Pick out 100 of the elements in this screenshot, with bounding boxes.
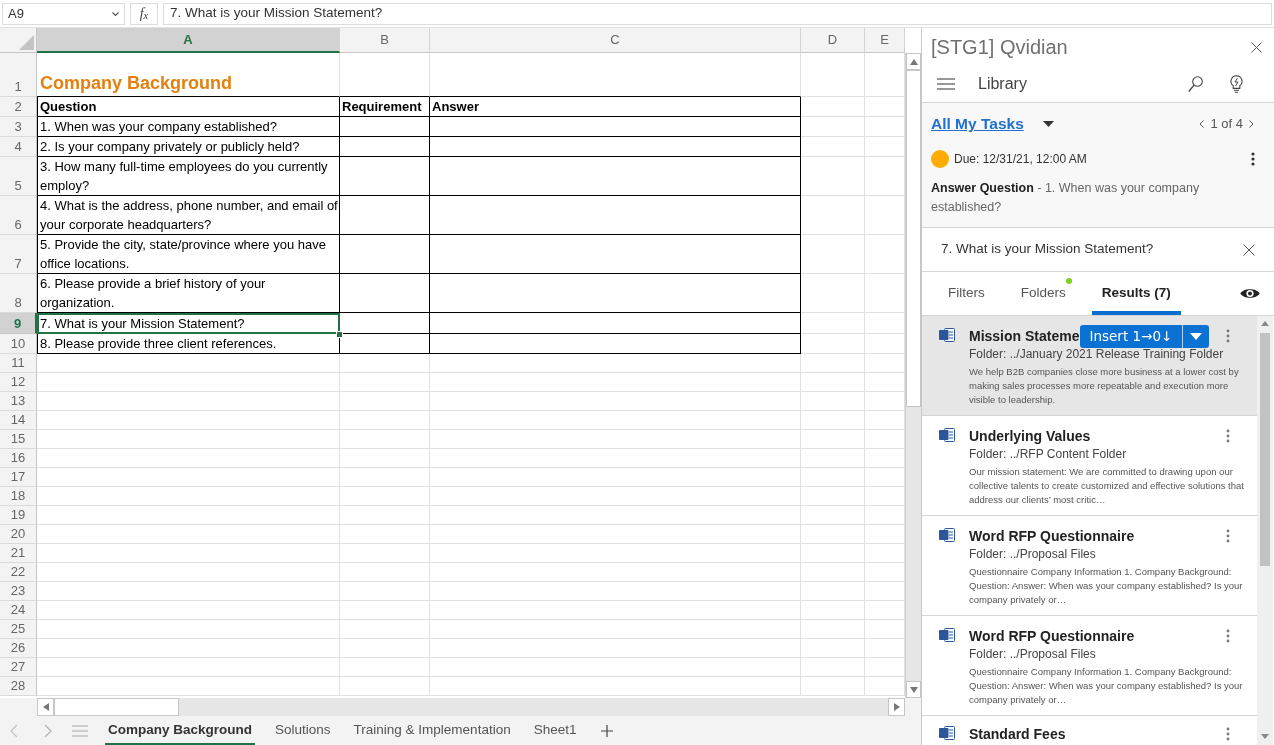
sheet-cell[interactable]: 3. How many full-time employees do you currently employ? bbox=[37, 157, 340, 196]
fill-handle[interactable] bbox=[336, 331, 343, 338]
chevron-right-icon[interactable] bbox=[1249, 120, 1254, 128]
column-header[interactable]: E bbox=[865, 28, 905, 53]
sheet-cell[interactable] bbox=[340, 313, 430, 334]
scrollbar-thumb[interactable] bbox=[906, 70, 921, 407]
menu-icon[interactable] bbox=[937, 78, 955, 90]
scroll-left-button[interactable] bbox=[37, 698, 54, 716]
sheet-cell[interactable] bbox=[340, 157, 430, 196]
lightbulb-icon[interactable] bbox=[1230, 75, 1243, 93]
sheet-cell[interactable] bbox=[430, 274, 801, 313]
caret-icon[interactable] bbox=[1042, 121, 1054, 127]
row-header[interactable]: 25 bbox=[0, 620, 37, 639]
row-header[interactable]: 11 bbox=[0, 354, 37, 373]
sheet-cell[interactable] bbox=[430, 137, 801, 157]
row-header[interactable]: 5 bbox=[0, 157, 37, 196]
close-icon[interactable] bbox=[1251, 41, 1262, 53]
sheet-cell[interactable]: 6. Please provide a brief history of your organization. bbox=[37, 274, 340, 313]
triangle-up-icon[interactable] bbox=[1261, 321, 1269, 326]
sheet-cell[interactable] bbox=[430, 157, 801, 196]
name-box[interactable]: A9 bbox=[2, 2, 125, 25]
sheet-cell[interactable] bbox=[340, 334, 430, 354]
scroll-right-button[interactable] bbox=[888, 698, 905, 716]
tab[interactable]: Filters bbox=[938, 275, 995, 315]
row-header[interactable]: 10 bbox=[0, 334, 37, 354]
close-icon[interactable] bbox=[1243, 243, 1255, 256]
row-header[interactable]: 12 bbox=[0, 373, 37, 392]
sheet-tab[interactable]: Sheet1 bbox=[530, 716, 580, 745]
sheet-cell[interactable]: 4. What is the address, phone number, and email of your corporate headquarters? bbox=[37, 196, 340, 235]
row-header[interactable]: 9 bbox=[0, 313, 37, 334]
row-header[interactable]: 23 bbox=[0, 582, 37, 601]
sheet-cell[interactable] bbox=[340, 274, 430, 313]
search-icon[interactable] bbox=[1188, 76, 1203, 92]
sheet-cell[interactable]: Answer bbox=[430, 97, 801, 117]
plus-icon[interactable] bbox=[601, 724, 614, 737]
vertical-scrollbar[interactable] bbox=[1257, 316, 1273, 745]
sheet-tab[interactable]: Training & Implementation bbox=[350, 716, 514, 745]
row-header[interactable]: 15 bbox=[0, 430, 37, 449]
row-header[interactable]: 16 bbox=[0, 449, 37, 468]
column-header[interactable]: B bbox=[340, 28, 430, 53]
sheet-cell[interactable] bbox=[340, 117, 430, 137]
scroll-up-button[interactable] bbox=[906, 53, 921, 70]
result-item[interactable] bbox=[922, 316, 1257, 416]
sheet-cell[interactable]: 2. Is your company privately or publicly held? bbox=[37, 137, 340, 157]
sheet-cell[interactable] bbox=[430, 235, 801, 274]
sheet-cell[interactable]: 7. What is your Mission Statement? bbox=[37, 313, 340, 334]
row-header[interactable]: 27 bbox=[0, 658, 37, 677]
sheet-cell[interactable] bbox=[340, 235, 430, 274]
row-header[interactable]: 21 bbox=[0, 544, 37, 563]
sheet-cell[interactable]: 8. Please provide three client references. bbox=[37, 334, 340, 354]
sheet-cell[interactable] bbox=[340, 196, 430, 235]
insert-function-button[interactable]: f$_{x}$ bbox=[130, 2, 158, 25]
row-header[interactable]: 1 bbox=[0, 53, 37, 97]
more-icon[interactable] bbox=[1251, 152, 1255, 166]
sheet-cell[interactable] bbox=[430, 117, 801, 137]
row-header[interactable]: 19 bbox=[0, 506, 37, 525]
column-header[interactable]: A bbox=[37, 28, 340, 53]
sheet-cell[interactable]: Company Background bbox=[37, 53, 340, 97]
menu-icon[interactable] bbox=[72, 724, 88, 737]
scrollbar-thumb[interactable] bbox=[54, 698, 179, 716]
select-all-button[interactable] bbox=[0, 28, 37, 53]
insert-button[interactable]: Insert 1→0↓ bbox=[1080, 324, 1183, 348]
sheet-cell[interactable]: Requirement bbox=[340, 97, 430, 117]
row-header[interactable]: 28 bbox=[0, 677, 37, 696]
scrollbar-thumb[interactable] bbox=[1260, 333, 1270, 566]
row-header[interactable]: 22 bbox=[0, 563, 37, 582]
row-header[interactable]: 2 bbox=[0, 97, 37, 117]
sheet-cell[interactable]: 5. Provide the city, state/province where you have office locations. bbox=[37, 235, 340, 274]
sheet-tab[interactable]: Solutions bbox=[272, 716, 334, 745]
dropdown-button[interactable] bbox=[1182, 324, 1210, 348]
row-header[interactable]: 13 bbox=[0, 392, 37, 411]
sheet-cell[interactable]: Question bbox=[37, 97, 340, 117]
vertical-scrollbar[interactable] bbox=[905, 53, 921, 698]
row-header[interactable]: 14 bbox=[0, 411, 37, 430]
row-header[interactable]: 6 bbox=[0, 196, 37, 235]
tasks-filter-link[interactable]: All My Tasks bbox=[931, 112, 1024, 136]
row-header[interactable]: 17 bbox=[0, 468, 37, 487]
scroll-down-button[interactable] bbox=[906, 681, 921, 698]
sheet-cell[interactable] bbox=[340, 137, 430, 157]
row-header[interactable]: 26 bbox=[0, 639, 37, 658]
row-header[interactable]: 4 bbox=[0, 137, 37, 157]
horizontal-scrollbar[interactable] bbox=[37, 698, 905, 716]
sheet-cell[interactable] bbox=[430, 334, 801, 354]
chevron-left-icon[interactable] bbox=[1199, 120, 1205, 128]
tab[interactable]: Folders bbox=[1010, 275, 1076, 315]
row-header[interactable]: 7 bbox=[0, 235, 37, 274]
row-header[interactable]: 24 bbox=[0, 601, 37, 620]
eye-icon[interactable] bbox=[1240, 287, 1260, 300]
row-header[interactable]: 8 bbox=[0, 274, 37, 313]
sheet-cell[interactable] bbox=[430, 196, 801, 235]
column-header[interactable]: D bbox=[801, 28, 865, 53]
row-header[interactable]: 20 bbox=[0, 525, 37, 544]
sheet-cell[interactable]: 1. When was your company established? bbox=[37, 117, 340, 137]
column-header[interactable]: C bbox=[430, 28, 801, 53]
row-header[interactable]: 3 bbox=[0, 117, 37, 137]
formula-field[interactable]: 7. What is your Mission Statement? bbox=[163, 2, 1272, 25]
triangle-down-icon[interactable] bbox=[1261, 734, 1269, 739]
sheet-cell[interactable] bbox=[430, 313, 801, 334]
row-header[interactable]: 18 bbox=[0, 487, 37, 506]
sheet-tab[interactable]: Company Background bbox=[105, 716, 256, 745]
